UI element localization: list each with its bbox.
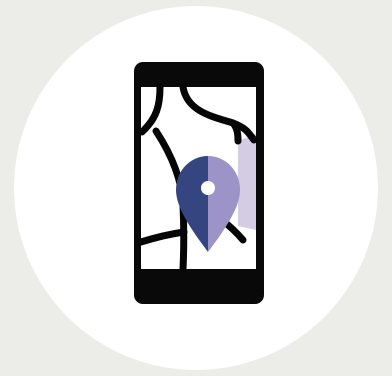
mobile-map-illustration [0, 0, 392, 376]
smartphone-map-icon [0, 0, 392, 376]
location-pin-hole [201, 181, 215, 195]
map-highlight-area [238, 134, 256, 230]
